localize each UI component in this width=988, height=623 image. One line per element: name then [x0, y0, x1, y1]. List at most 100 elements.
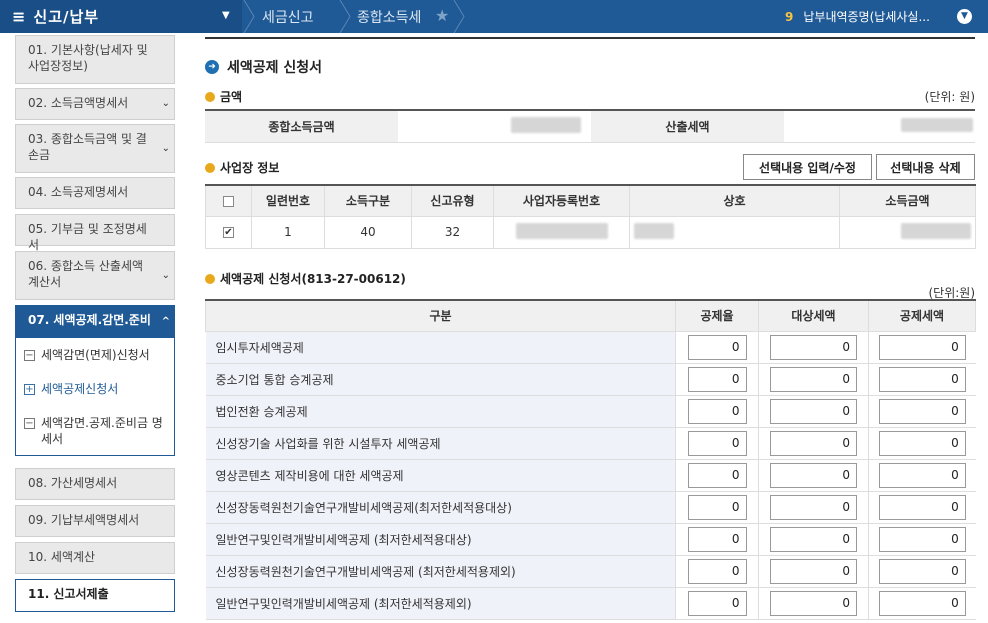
breadcrumb-separator-icon: [242, 0, 256, 33]
col-income-amount: 소득금액: [839, 184, 976, 217]
cell-credit-amount-input: 0: [868, 363, 976, 396]
breadcrumb-separator-icon: [338, 0, 352, 33]
rate-input[interactable]: 0: [687, 398, 747, 424]
target-tax-input[interactable]: 0: [770, 366, 857, 392]
credit-item-name: 신성장기술 사업화를 위한 시설투자 세액공제: [205, 427, 676, 460]
sidebar-item-total-income[interactable]: 03. 종합소득금액 및 결손금 ⌄: [15, 124, 175, 173]
label-calculated-tax: 산출세액: [591, 110, 784, 143]
sidebar-item-basic-info[interactable]: 01. 기본사항(납세자 및 사업장정보): [15, 35, 175, 84]
breadcrumb-income-tax[interactable]: 종합소득세: [357, 0, 421, 33]
target-tax-input[interactable]: 0: [770, 590, 857, 616]
top-bar: ≡ 신고/납부 ▼ 세금신고 종합소득세 ★ 9 납부내역증명(납세사실... …: [0, 0, 988, 33]
rate-input[interactable]: 0: [687, 366, 747, 392]
amount-heading: 금액: [205, 88, 242, 105]
sidebar-item-tax-calc[interactable]: 10. 세액계산: [15, 542, 175, 574]
sidebar-item-donation[interactable]: 05. 기부금 및 조정명세서: [15, 214, 175, 252]
submenu-item-tax-credit-application[interactable]: + 세액공제신청서: [16, 381, 174, 397]
table-row: 일반연구및인력개발비세액공제 (최저한세적용대상) 0 0 0: [205, 523, 976, 556]
calculated-tax-value: [784, 110, 975, 143]
credit-amount-input[interactable]: 0: [878, 558, 966, 584]
cell-credit-amount-input: 0: [868, 555, 976, 588]
credit-amount-input[interactable]: 0: [878, 526, 966, 552]
label-total-income: 종합소득금액: [205, 110, 398, 143]
sidebar-item-label: 11. 신고서제출: [28, 587, 109, 601]
credit-item-name: 임시투자세액공제: [205, 331, 676, 364]
delete-selection-button[interactable]: 선택내용 삭제: [876, 154, 975, 180]
rate-input[interactable]: 0: [687, 494, 747, 520]
rate-input[interactable]: 0: [687, 590, 747, 616]
col-biz-reg-number: 사업자등록번호: [493, 184, 630, 217]
submenu-item-reduction-statement[interactable]: − 세액감면.공제.준비금 명세서: [16, 415, 174, 447]
target-tax-input[interactable]: 0: [770, 334, 857, 360]
sidebar-item-label: 01. 기본사항(납세자 및 사업장정보): [28, 43, 148, 73]
sidebar-item-income-statement[interactable]: 02. 소득금액명세서 ⌄: [15, 88, 175, 120]
cell-credit-amount-input: 0: [868, 331, 976, 364]
cell-target-tax-input: 0: [758, 331, 869, 364]
chevron-down-icon[interactable]: ▼: [957, 9, 972, 24]
table-row: 신성장동력원천기술연구개발비세액공제(최저한세적용대상) 0 0 0: [205, 491, 976, 524]
main-content: ➜ 세액공제 신청서 금액 (단위: 원) 종합소득금액 산출세액 사업장 정보…: [205, 33, 976, 623]
cell-target-tax-input: 0: [758, 395, 869, 428]
edit-selection-button[interactable]: 선택내용 입력/수정: [743, 154, 872, 180]
target-tax-input[interactable]: 0: [770, 558, 857, 584]
credit-amount-input[interactable]: 0: [878, 462, 966, 488]
sidebar-submenu: − 세액감면(면제)신청서 + 세액공제신청서 − 세액감면.공제.준비금 명세…: [15, 338, 175, 456]
cell-biz-reg-number: [493, 215, 630, 249]
rate-input[interactable]: 0: [687, 430, 747, 456]
rate-input[interactable]: 0: [687, 558, 747, 584]
tax-credit-table: 구분 공제율 대상세액 공제세액 임시투자세액공제 0 0 0 중소기업 통합 승계공제…: [205, 299, 976, 620]
sidebar: 01. 기본사항(납세자 및 사업장정보) 02. 소득금액명세서 ⌄ 03. 종…: [0, 33, 190, 623]
sidebar-item-prepaid-tax[interactable]: 09. 기납부세액명세서: [15, 505, 175, 537]
credit-amount-input[interactable]: 0: [878, 430, 966, 456]
sidebar-item-label: 10. 세액계산: [28, 550, 96, 564]
col-report-type: 신고유형: [411, 184, 494, 217]
cell-credit-amount-input: 0: [868, 523, 976, 556]
sidebar-item-submit[interactable]: 11. 신고서제출: [15, 579, 175, 612]
cell-rate-input: 0: [675, 331, 759, 364]
cell-rate-input: 0: [675, 523, 759, 556]
favorite-star-icon[interactable]: ★: [435, 6, 449, 25]
notice-text: 납부내역증명(납세사실...: [803, 10, 930, 24]
select-all-checkbox[interactable]: [223, 195, 234, 207]
cell-report-type: 32: [411, 215, 494, 249]
col-company-name: 상호: [629, 184, 840, 217]
cell-target-tax-input: 0: [758, 587, 869, 620]
submenu-item-label: 세액감면.공제.준비금 명세서: [41, 416, 163, 446]
credit-amount-input[interactable]: 0: [878, 398, 966, 424]
credit-amount-input[interactable]: 0: [878, 366, 966, 392]
target-tax-input[interactable]: 0: [770, 430, 857, 456]
submenu-item-tax-reduction[interactable]: − 세액감면(면제)신청서: [16, 347, 174, 363]
target-tax-input[interactable]: 0: [770, 494, 857, 520]
sidebar-item-calculated-tax[interactable]: 06. 종합소득 산출세액계산서 ⌄: [15, 251, 175, 300]
target-tax-input[interactable]: 0: [770, 398, 857, 424]
sidebar-item-income-deduction[interactable]: 04. 소득공제명세서: [15, 177, 175, 209]
sidebar-item-label: 05. 기부금 및 조정명세서: [28, 222, 147, 252]
row-checkbox[interactable]: ✔: [223, 227, 234, 238]
cell-rate-input: 0: [675, 459, 759, 492]
notice-bar[interactable]: 9 납부내역증명(납세사실...: [785, 0, 930, 33]
bullet-icon: [205, 91, 215, 102]
main-menu-button[interactable]: ≡ 신고/납부 ▼: [0, 0, 242, 33]
rate-input[interactable]: 0: [687, 334, 747, 360]
target-tax-input[interactable]: 0: [770, 462, 857, 488]
target-tax-input[interactable]: 0: [770, 526, 857, 552]
divider: [205, 37, 975, 39]
cell-serial: 1: [251, 215, 325, 249]
credit-amount-input[interactable]: 0: [878, 334, 966, 360]
table-row: 신성장기술 사업화를 위한 시설투자 세액공제 0 0 0: [205, 427, 976, 460]
credit-amount-input[interactable]: 0: [878, 590, 966, 616]
select-all-header: [205, 184, 252, 217]
sidebar-item-label: 07. 세액공제.감면.준비: [28, 313, 151, 327]
sidebar-item-tax-credit[interactable]: 07. 세액공제.감면.준비 ^: [15, 305, 175, 338]
table-row: 영상콘텐츠 제작비용에 대한 세액공제 0 0 0: [205, 459, 976, 492]
credit-item-name: 신성장동력원천기술연구개발비세액공제(최저한세적용대상): [205, 491, 676, 524]
cell-rate-input: 0: [675, 395, 759, 428]
rate-input[interactable]: 0: [687, 526, 747, 552]
cell-credit-amount-input: 0: [868, 427, 976, 460]
breadcrumb-tax-report[interactable]: 세금신고: [262, 0, 314, 33]
rate-input[interactable]: 0: [687, 462, 747, 488]
table-row[interactable]: ✔ 1 40 32: [205, 215, 976, 249]
credit-amount-input[interactable]: 0: [878, 494, 966, 520]
sidebar-item-penalty-tax[interactable]: 08. 가산세명세서: [15, 468, 175, 500]
amount-heading-text: 금액: [220, 90, 243, 104]
